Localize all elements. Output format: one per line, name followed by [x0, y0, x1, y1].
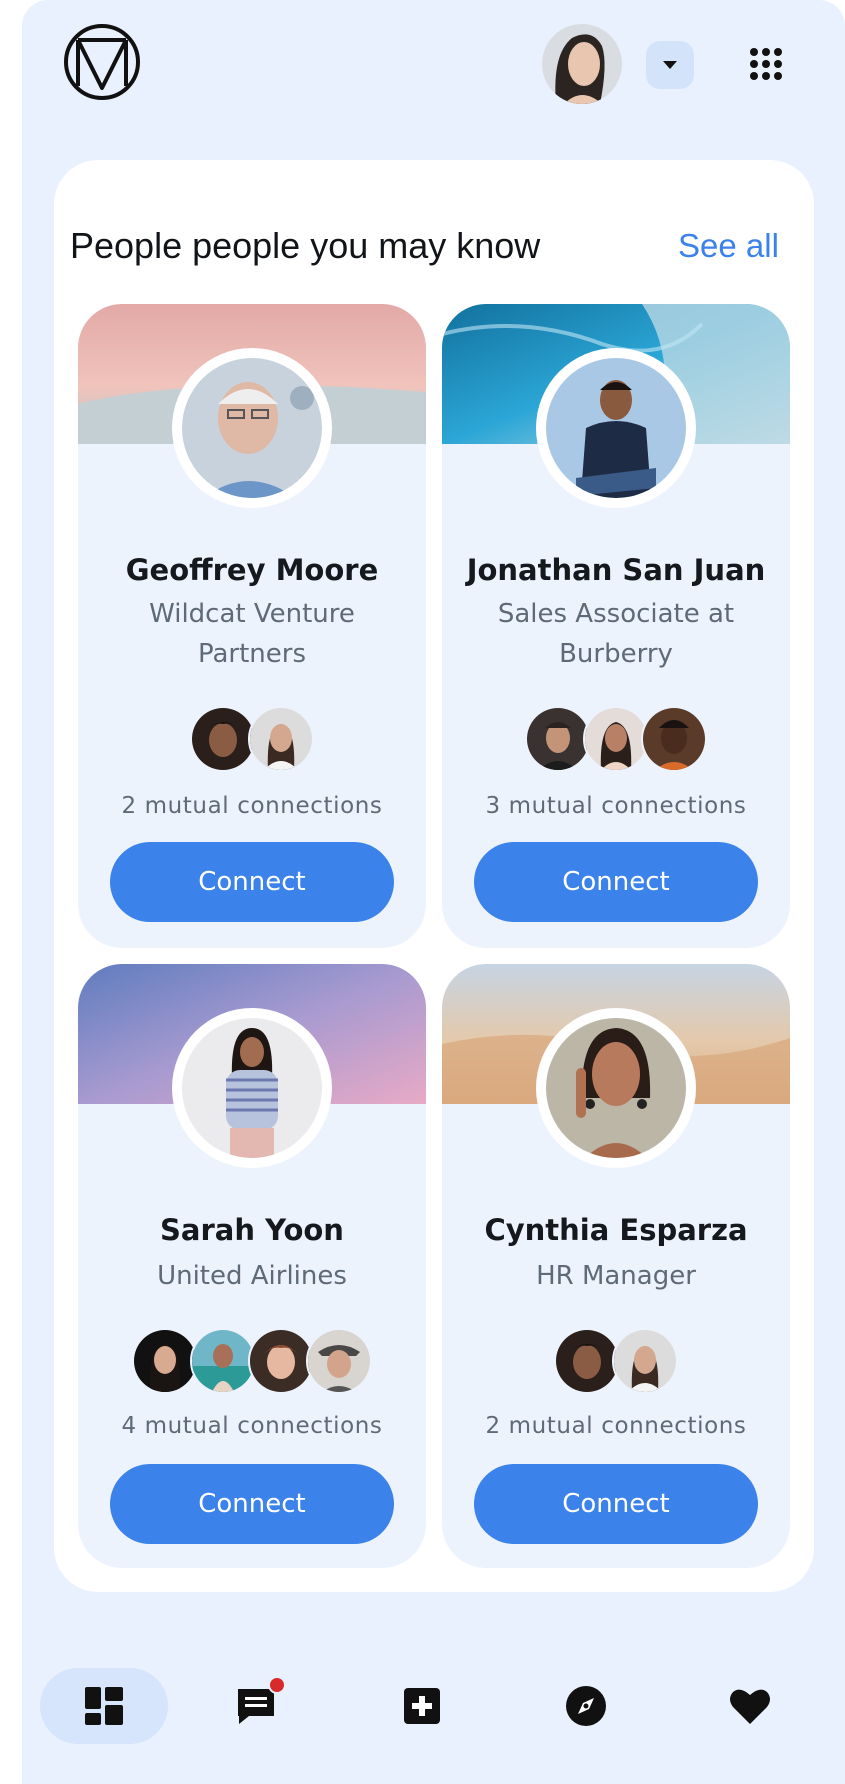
apps-grid-button[interactable]	[742, 40, 790, 88]
mutual-avatars[interactable]	[78, 1328, 426, 1394]
see-all-link[interactable]: See all	[678, 224, 779, 268]
mutual-connections-count: 2 mutual connections	[485, 1413, 747, 1439]
user-avatar[interactable]	[542, 24, 622, 104]
notification-dot	[268, 1676, 286, 1694]
person-name[interactable]: Sarah Yoon	[78, 1210, 426, 1250]
mutual-avatar	[190, 706, 256, 772]
mutual-avatars[interactable]	[442, 1328, 790, 1394]
person-name[interactable]: Jonathan San Juan	[442, 550, 790, 590]
mutual-avatar	[248, 706, 314, 772]
profile-photo[interactable]	[536, 1008, 696, 1168]
mutual-avatar	[525, 706, 591, 772]
connect-button[interactable]: Connect	[474, 1464, 758, 1544]
mutual-connections-count: 3 mutual connections	[485, 793, 747, 819]
mutual-avatar	[583, 706, 649, 772]
person-title: Sales Associate at Burberry	[497, 599, 735, 669]
account-dropdown-button[interactable]	[646, 41, 694, 89]
person-name[interactable]: Geoffrey Moore	[78, 550, 426, 590]
mutual-avatar	[554, 1328, 620, 1394]
bottom-navigation	[22, 1660, 845, 1750]
plus-square-icon	[404, 1688, 440, 1724]
profile-photo[interactable]	[172, 1008, 332, 1168]
heart-icon	[730, 1689, 770, 1724]
apps-grid-icon	[750, 48, 782, 80]
mutual-avatars[interactable]	[78, 706, 426, 772]
mutual-avatar	[248, 1328, 314, 1394]
mutual-avatar	[641, 706, 707, 772]
mutual-avatar	[306, 1328, 372, 1394]
app-screen: People people you may know See all Geoff…	[22, 0, 845, 1784]
section-title: People people you may know	[70, 225, 541, 266]
mutual-avatars[interactable]	[442, 706, 790, 772]
person-title: Wildcat Venture Partners	[149, 599, 355, 669]
nav-favorites[interactable]	[712, 1668, 788, 1744]
person-card: Geoffrey Moore Wildcat Venture Partners …	[78, 304, 426, 948]
mutual-avatar	[190, 1328, 256, 1394]
connect-button[interactable]: Connect	[110, 1464, 394, 1544]
person-card: Jonathan San Juan Sales Associate at Bur…	[442, 304, 790, 948]
dashboard-icon	[85, 1687, 123, 1725]
profile-photo[interactable]	[172, 348, 332, 508]
nav-dashboard[interactable]	[40, 1668, 168, 1744]
connect-button[interactable]: Connect	[110, 842, 394, 922]
mutual-avatar	[612, 1328, 678, 1394]
mutual-connections-count: 2 mutual connections	[121, 793, 383, 819]
person-card: Sarah Yoon United Airlines 4 mutual conn…	[78, 964, 426, 1568]
profile-photo[interactable]	[536, 348, 696, 508]
connect-button[interactable]: Connect	[474, 842, 758, 922]
compass-icon	[566, 1686, 606, 1726]
nav-explore[interactable]	[548, 1668, 624, 1744]
person-title: United Airlines	[157, 1261, 347, 1291]
nav-messages[interactable]	[218, 1668, 294, 1744]
mutual-connections-count: 4 mutual connections	[121, 1413, 383, 1439]
caret-down-icon	[663, 61, 677, 69]
person-card: Cynthia Esparza HR Manager 2 mutual conn…	[442, 964, 790, 1568]
person-title: HR Manager	[536, 1261, 696, 1291]
nav-create[interactable]	[384, 1668, 460, 1744]
mutual-avatar	[132, 1328, 198, 1394]
m-circle-logo-icon[interactable]	[62, 22, 142, 102]
person-name[interactable]: Cynthia Esparza	[442, 1210, 790, 1250]
